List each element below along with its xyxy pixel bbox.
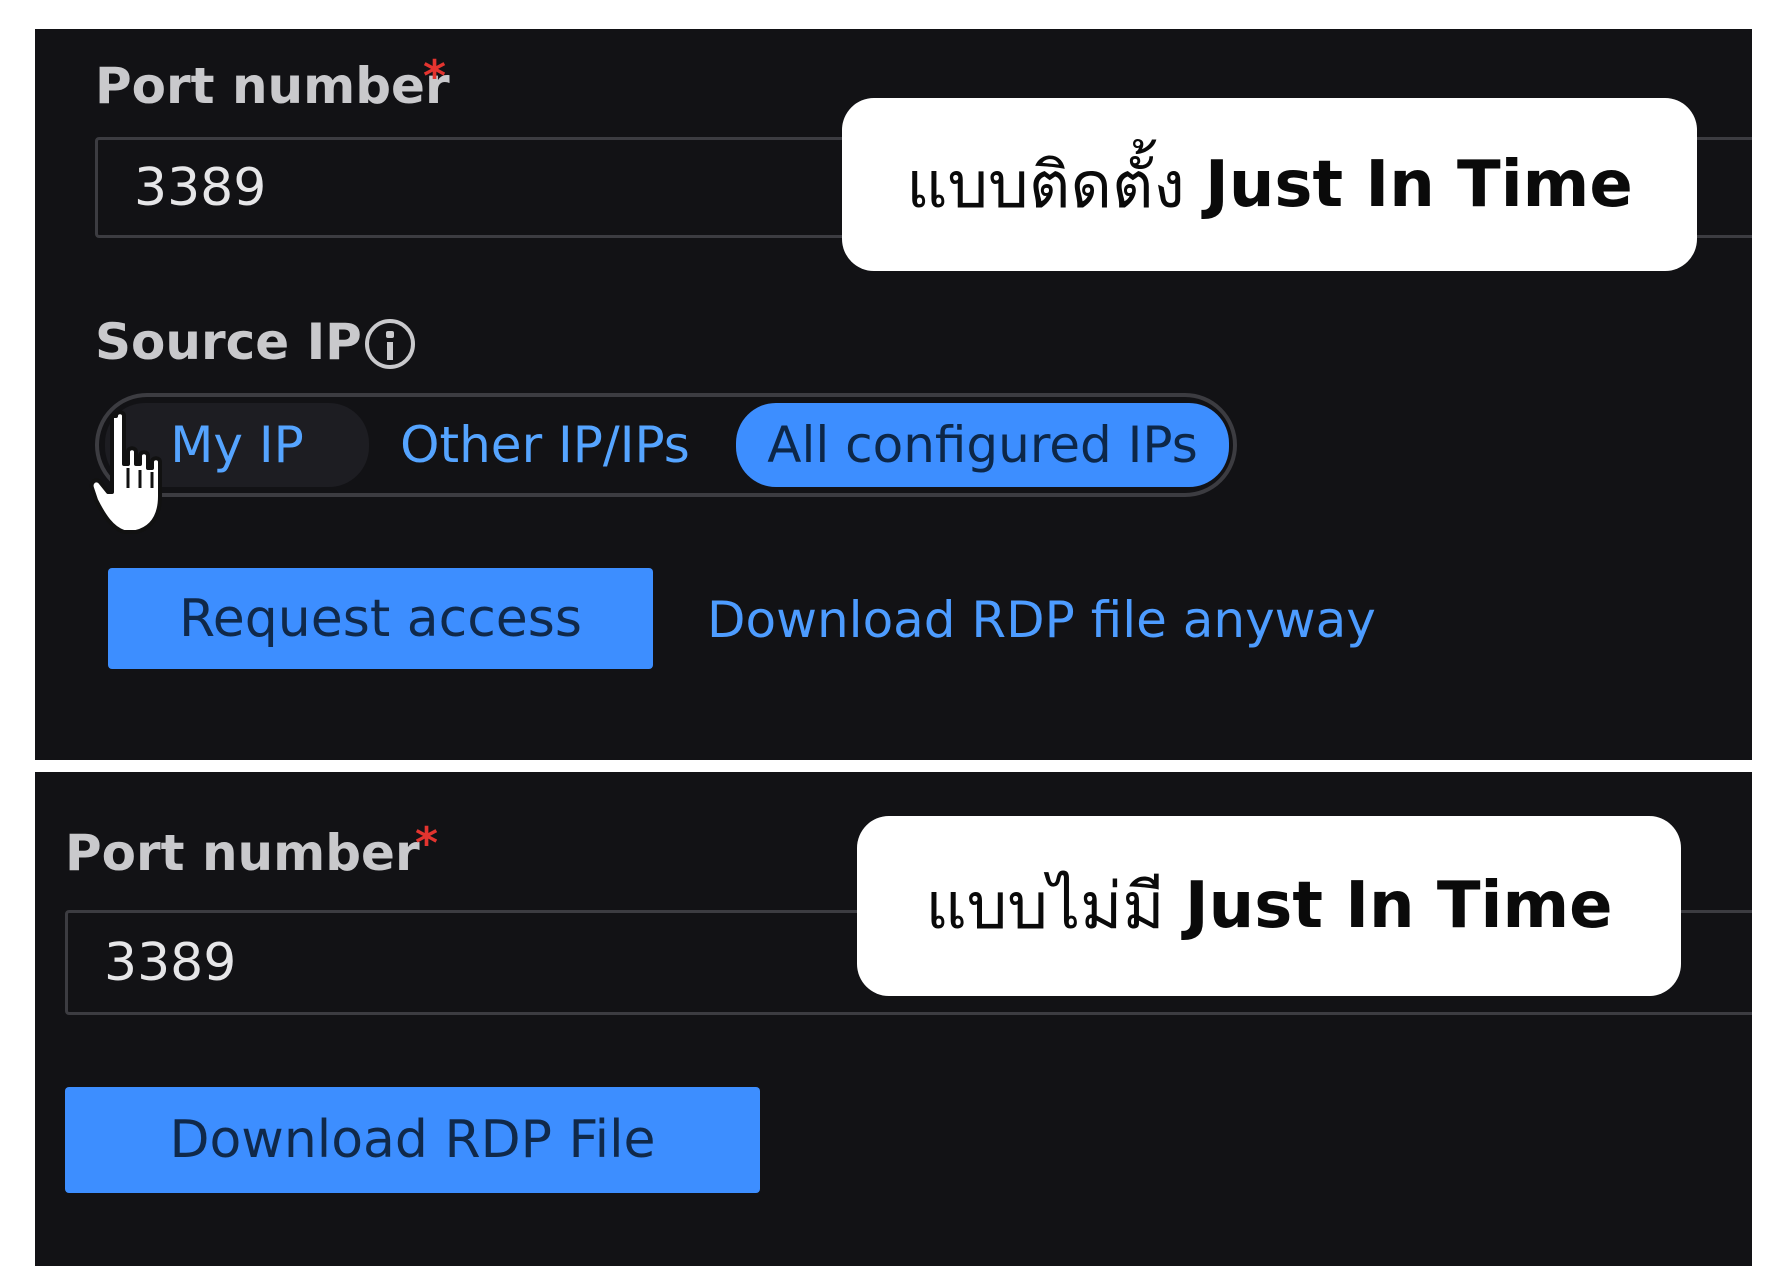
port-number-label: Port number: [95, 57, 450, 115]
option-other-ips[interactable]: Other IP/IPs: [395, 403, 695, 487]
hand-pointer-icon: [89, 410, 162, 534]
info-icon[interactable]: [365, 319, 415, 369]
download-rdp-anyway-link[interactable]: Download RDP file anyway: [707, 591, 1376, 649]
callout-no-jit: แบบไม่มี Just In Time: [857, 816, 1681, 996]
callout-thai-text: แบบไม่มี: [925, 870, 1165, 944]
required-asterisk: *: [423, 51, 447, 102]
callout-jit-installed: แบบติดตั้ง Just In Time: [842, 98, 1697, 271]
source-ip-selector: My IP Other IP/IPs All configured IPs: [95, 393, 1237, 497]
callout-english-text: Just In Time: [1205, 147, 1633, 222]
callout-english-text: Just In Time: [1184, 869, 1613, 943]
callout-thai-text: แบบติดตั้ง: [906, 148, 1185, 223]
option-all-configured-ips[interactable]: All configured IPs: [736, 403, 1229, 487]
request-access-button[interactable]: Request access: [108, 568, 653, 669]
source-ip-label: Source IP: [95, 313, 362, 371]
required-asterisk: *: [415, 818, 439, 869]
jit-disabled-panel: Port number * Download RDP File แบบไม่มี…: [35, 772, 1752, 1266]
jit-enabled-panel: Port number * Source IP My IP Other IP/I…: [35, 29, 1752, 760]
port-number-label: Port number: [65, 824, 420, 882]
download-rdp-file-button[interactable]: Download RDP File: [65, 1087, 760, 1193]
